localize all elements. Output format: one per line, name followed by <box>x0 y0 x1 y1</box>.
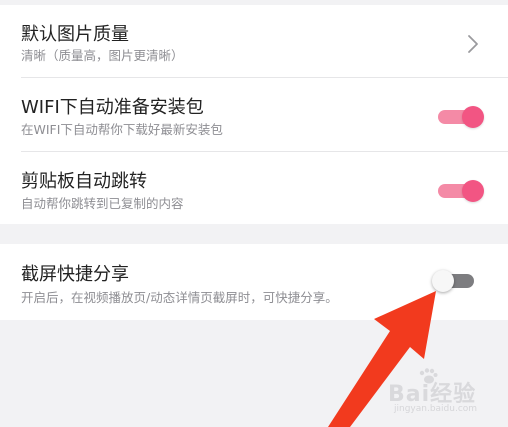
setting-title: WIFI下自动准备安装包 <box>21 97 204 118</box>
clipboard-jump-toggle[interactable] <box>438 180 486 202</box>
setting-subtitle: 清晰（质量高，图片更清晰） <box>21 48 184 63</box>
chevron-right-icon[interactable] <box>462 33 484 55</box>
setting-title: 截屏快捷分享 <box>21 264 129 285</box>
setting-wifi-prepare: WIFI下自动准备安装包 在WIFI下自动帮你下载好最新安装包 <box>0 78 508 151</box>
toggle-knob <box>462 106 484 128</box>
settings-group-general: 默认图片质量 清晰（质量高，图片更清晰） WIFI下自动准备安装包 在WIFI下… <box>0 5 508 224</box>
setting-subtitle: 在WIFI下自动帮你下载好最新安装包 <box>21 122 223 137</box>
toggle-knob <box>462 180 484 202</box>
watermark-url: jingyan.baidu.com <box>394 404 478 414</box>
wifi-prepare-toggle[interactable] <box>438 106 486 128</box>
setting-image-quality[interactable]: 默认图片质量 清晰（质量高，图片更清晰） <box>0 5 508 77</box>
baidu-watermark: Bai经验 jingyan.baidu.com <box>388 368 504 420</box>
setting-subtitle: 开启后，在视频播放页/动态详情页截屏时，可快捷分享。 <box>21 290 338 305</box>
setting-title: 剪贴板自动跳转 <box>21 171 147 192</box>
setting-subtitle: 自动帮你跳转到已复制的内容 <box>21 196 184 211</box>
setting-clipboard-jump: 剪贴板自动跳转 自动帮你跳转到已复制的内容 <box>0 152 508 224</box>
setting-title: 默认图片质量 <box>21 24 129 45</box>
